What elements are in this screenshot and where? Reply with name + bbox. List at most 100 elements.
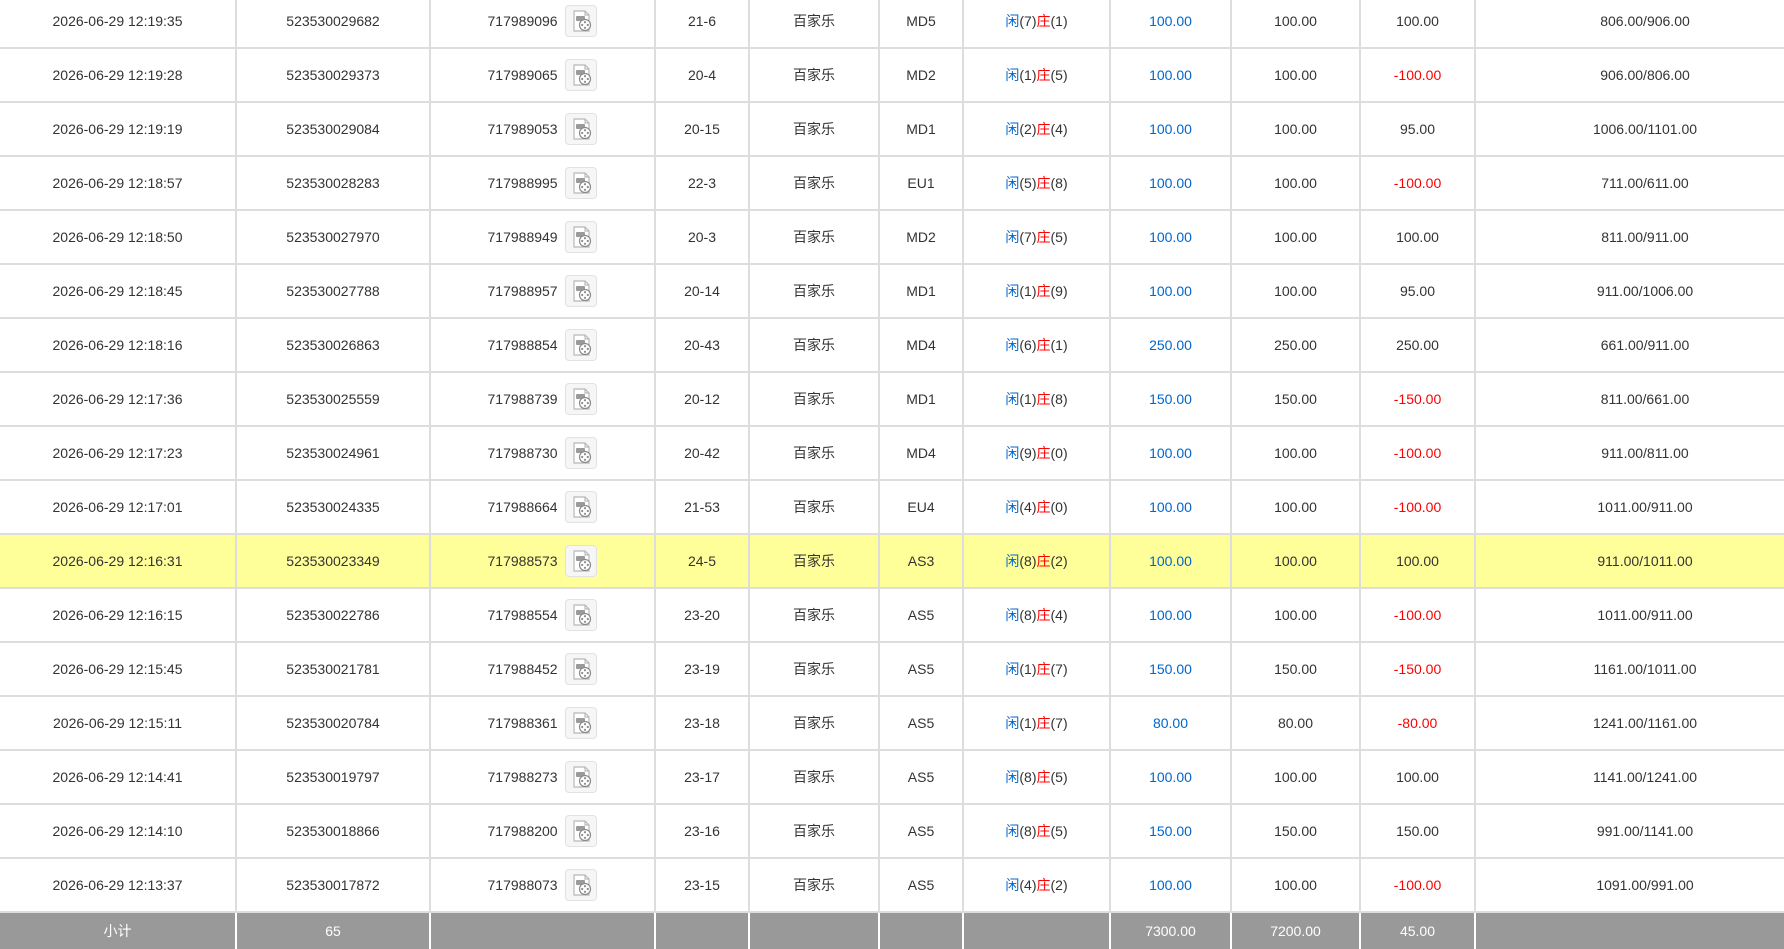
order-number: 523530018866 — [236, 804, 431, 859]
round-number: 717989065 — [487, 67, 558, 83]
round-cell: 717988273 — [430, 750, 656, 805]
player-points: (1) — [1019, 715, 1037, 731]
table-code: EU1 — [879, 156, 964, 211]
video-replay-icon[interactable] — [565, 869, 598, 901]
valid-bet: 250.00 — [1231, 318, 1361, 373]
game-type: 百家乐 — [749, 804, 880, 859]
bet-time: 2026-06-29 12:16:15 — [0, 588, 237, 643]
video-replay-icon-graphic — [573, 712, 592, 734]
valid-bet: 100.00 — [1231, 0, 1361, 49]
video-replay-icon[interactable] — [565, 5, 598, 37]
table-row: 2026-06-29 12:18:16 523530026863 7179888… — [0, 318, 1784, 373]
banker-points: (2) — [1050, 553, 1068, 569]
player-points: (7) — [1019, 229, 1037, 245]
bet-amount: 100.00 — [1110, 156, 1232, 211]
banker-points: (8) — [1050, 391, 1068, 407]
video-replay-icon-graphic — [573, 64, 592, 86]
balance-change: 806.00/906.00 — [1475, 0, 1784, 49]
game-type: 百家乐 — [749, 210, 880, 265]
win-loss: 95.00 — [1360, 264, 1476, 319]
video-replay-icon[interactable] — [565, 545, 598, 577]
banker-label: 庄 — [1036, 769, 1051, 785]
video-replay-icon[interactable] — [565, 113, 598, 145]
banker-points: (5) — [1050, 229, 1068, 245]
video-replay-icon[interactable] — [565, 167, 598, 199]
valid-bet: 100.00 — [1231, 858, 1361, 913]
video-replay-icon[interactable] — [565, 221, 598, 253]
subtotal-empty-cell — [749, 912, 880, 949]
player-points: (8) — [1019, 769, 1037, 785]
balance-change: 811.00/661.00 — [1475, 372, 1784, 427]
video-replay-icon-graphic — [573, 10, 592, 32]
video-replay-icon[interactable] — [565, 599, 598, 631]
balance-change: 711.00/611.00 — [1475, 156, 1784, 211]
video-replay-icon[interactable] — [565, 437, 598, 469]
shoe-hand: 20-12 — [655, 372, 750, 427]
round-cell: 717988957 — [430, 264, 656, 319]
video-replay-icon-graphic — [573, 172, 592, 194]
game-type: 百家乐 — [749, 642, 880, 697]
round-cell: 717988200 — [430, 804, 656, 859]
order-number: 523530027788 — [236, 264, 431, 319]
shoe-hand: 20-42 — [655, 426, 750, 481]
shoe-hand: 21-53 — [655, 480, 750, 535]
video-replay-icon[interactable] — [565, 59, 598, 91]
game-type: 百家乐 — [749, 480, 880, 535]
order-number: 523530028283 — [236, 156, 431, 211]
table-code: AS5 — [879, 858, 964, 913]
table-code: MD5 — [879, 0, 964, 49]
win-loss: 100.00 — [1360, 534, 1476, 589]
round-number: 717988664 — [487, 499, 558, 515]
round-number: 717988573 — [487, 553, 558, 569]
table-code: MD2 — [879, 48, 964, 103]
shoe-hand: 20-3 — [655, 210, 750, 265]
round-number: 717988730 — [487, 445, 558, 461]
game-result: 闲(8)庄(5) — [963, 804, 1111, 859]
bet-time: 2026-06-29 12:16:31 — [0, 534, 237, 589]
video-replay-icon-graphic — [573, 550, 592, 572]
player-label: 闲 — [1005, 175, 1020, 191]
table-body: 2026-06-29 12:19:35 523530029682 7179890… — [0, 0, 1784, 913]
video-replay-icon[interactable] — [565, 275, 598, 307]
player-label: 闲 — [1005, 769, 1020, 785]
win-loss: 95.00 — [1360, 102, 1476, 157]
video-replay-icon[interactable] — [565, 653, 598, 685]
win-loss: 100.00 — [1360, 210, 1476, 265]
banker-points: (1) — [1050, 13, 1068, 29]
video-replay-icon[interactable] — [565, 383, 598, 415]
win-loss: 100.00 — [1360, 0, 1476, 49]
video-replay-icon[interactable] — [565, 491, 598, 523]
shoe-hand: 20-4 — [655, 48, 750, 103]
table-row: 2026-06-29 12:14:41 523530019797 7179882… — [0, 750, 1784, 805]
valid-bet: 100.00 — [1231, 264, 1361, 319]
table-code: MD4 — [879, 426, 964, 481]
video-replay-icon-graphic — [573, 766, 592, 788]
video-replay-icon[interactable] — [565, 761, 598, 793]
game-result: 闲(1)庄(7) — [963, 642, 1111, 697]
player-label: 闲 — [1005, 607, 1020, 623]
banker-points: (4) — [1050, 121, 1068, 137]
order-number: 523530024335 — [236, 480, 431, 535]
order-number: 523530019797 — [236, 750, 431, 805]
table-code: EU4 — [879, 480, 964, 535]
table-row: 2026-06-29 12:18:57 523530028283 7179889… — [0, 156, 1784, 211]
video-replay-icon[interactable] — [565, 815, 598, 847]
bet-time: 2026-06-29 12:17:01 — [0, 480, 237, 535]
bet-records-table: 2026-06-29 12:19:35 523530029682 7179890… — [0, 0, 1784, 949]
video-replay-icon[interactable] — [565, 707, 598, 739]
video-replay-icon[interactable] — [565, 329, 598, 361]
win-loss: -100.00 — [1360, 48, 1476, 103]
banker-points: (1) — [1050, 337, 1068, 353]
round-cell: 717989053 — [430, 102, 656, 157]
subtotal-empty-cell — [1475, 912, 1784, 949]
round-number: 717989053 — [487, 121, 558, 137]
table-code: AS5 — [879, 642, 964, 697]
banker-label: 庄 — [1036, 823, 1051, 839]
valid-bet: 100.00 — [1231, 156, 1361, 211]
game-result: 闲(1)庄(7) — [963, 696, 1111, 751]
banker-label: 庄 — [1036, 553, 1051, 569]
subtotal-bet: 7300.00 — [1110, 912, 1232, 949]
table-code: MD1 — [879, 264, 964, 319]
balance-change: 906.00/806.00 — [1475, 48, 1784, 103]
video-replay-icon-graphic — [573, 280, 592, 302]
